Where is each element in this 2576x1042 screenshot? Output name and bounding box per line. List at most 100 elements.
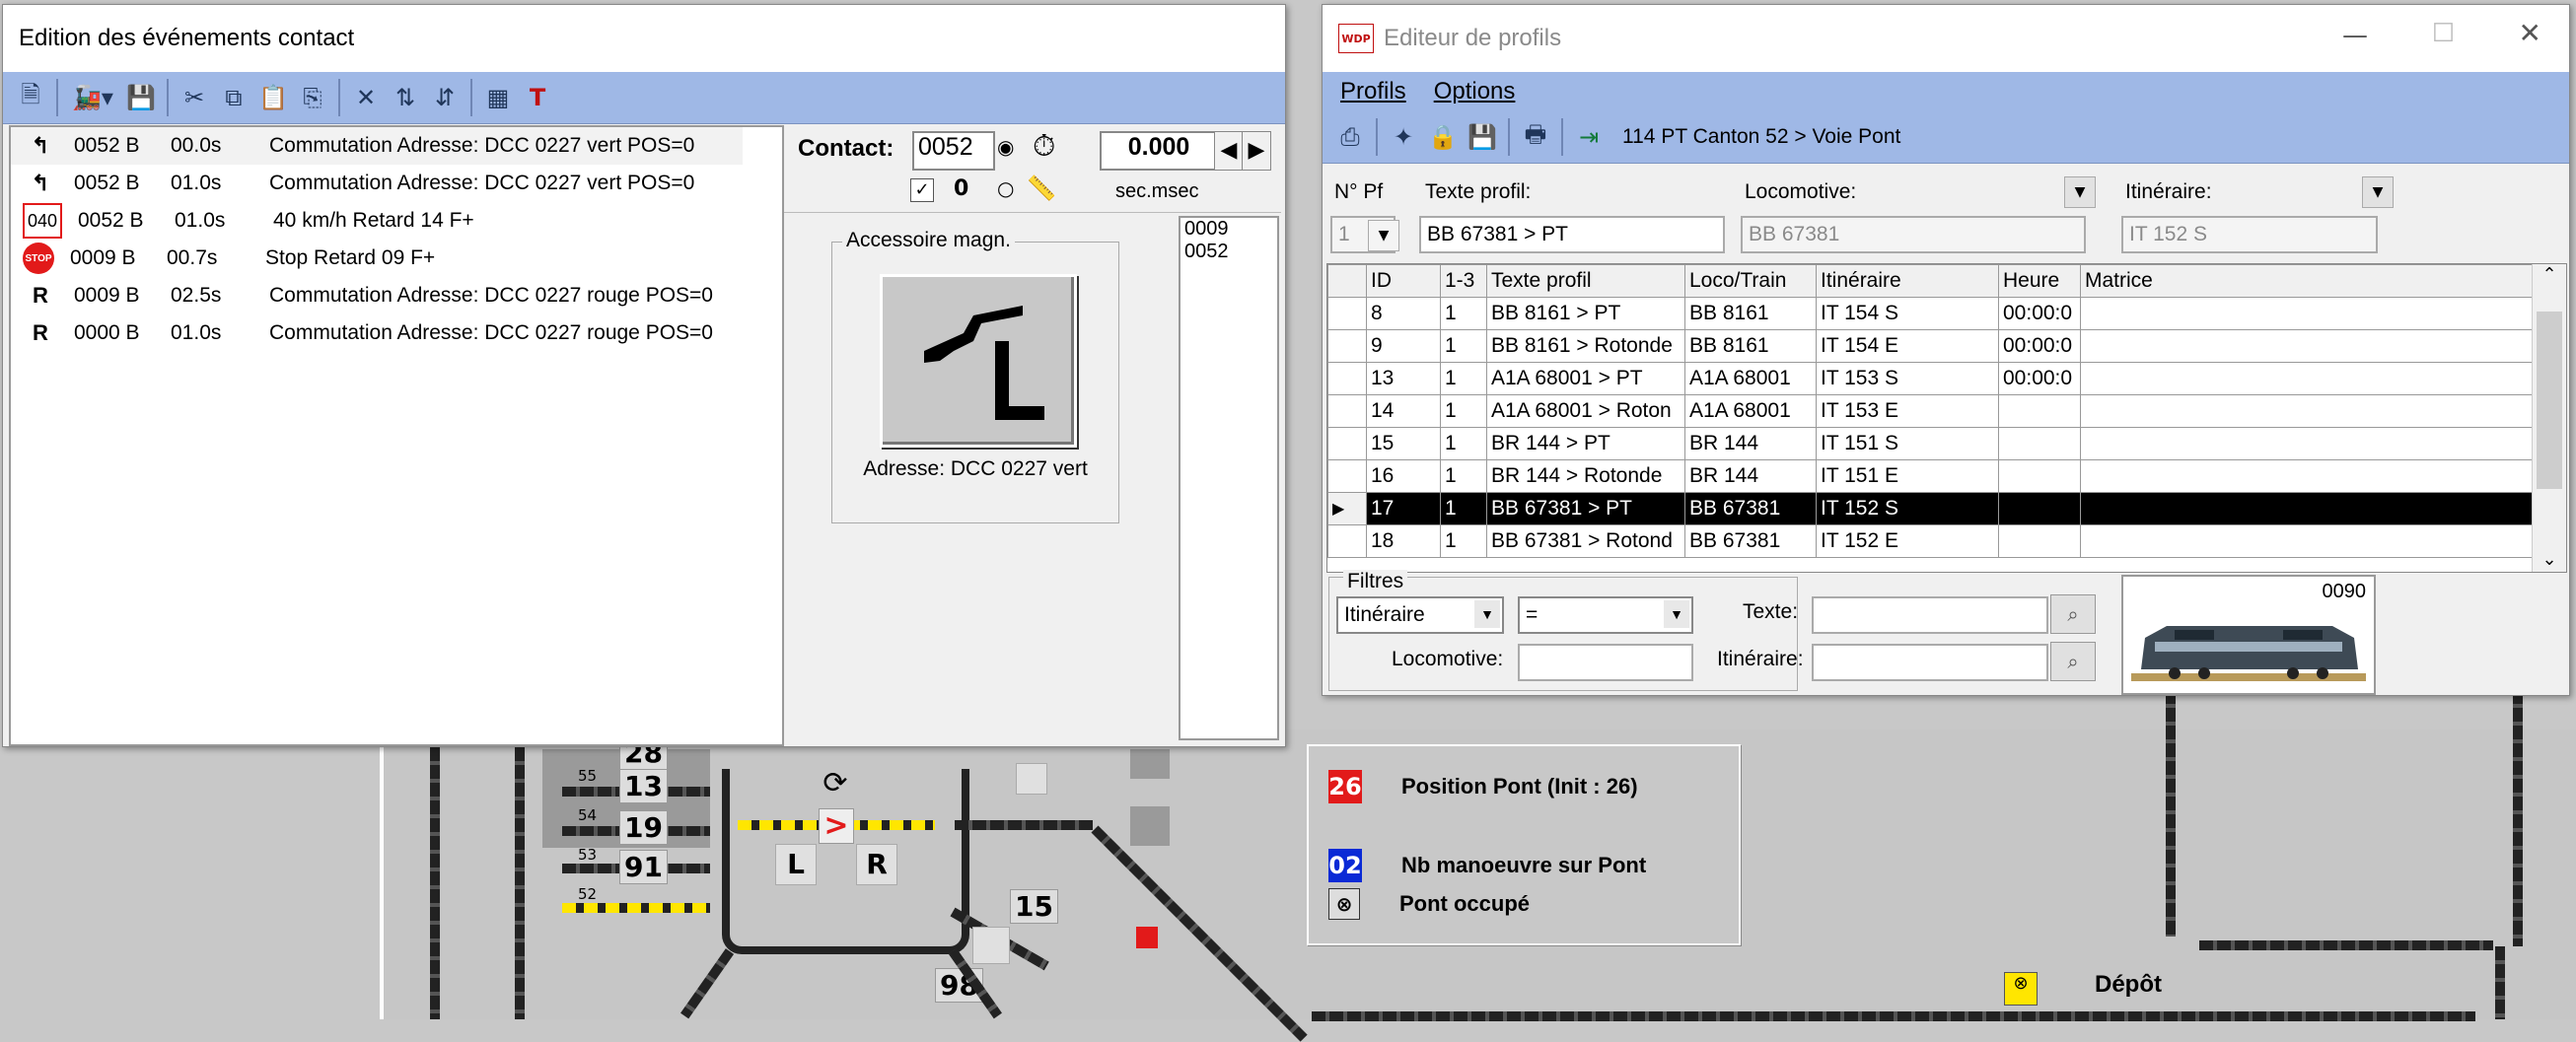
table-row[interactable]: 8 1 BB 8161 > PT BB 8161 IT 154 S 00:00:… — [1327, 297, 2553, 330]
event-row[interactable]: STOP 0009 B 00.7s Stop Retard 09 F+ — [11, 240, 782, 277]
move-up-icon[interactable]: ⇅ — [386, 78, 425, 117]
texte-filter-input[interactable] — [1812, 596, 2048, 634]
table-row[interactable]: 13 1 A1A 68001 > PT A1A 68001 IT 153 S 0… — [1327, 362, 2553, 395]
search-icon[interactable]: ⌕ — [2050, 594, 2096, 634]
event-row[interactable]: R 0000 B 01.0s Commutation Adresse: DCC … — [11, 314, 782, 352]
minimize-icon[interactable]: — — [2342, 21, 2368, 50]
row-selector[interactable] — [1327, 394, 1367, 428]
track-label: 54 — [578, 806, 598, 824]
contacts-list-item[interactable]: 0052 — [1181, 241, 1277, 263]
chevron-down-icon[interactable]: ▼ — [2064, 176, 2096, 208]
scroll-up-icon[interactable]: ⌃ — [2533, 264, 2566, 285]
event-row[interactable]: R 0009 B 02.5s Commutation Adresse: DCC … — [11, 277, 782, 314]
delay-decrease-button[interactable]: ◀ — [1214, 131, 1244, 171]
block-number[interactable]: 15 — [1010, 889, 1058, 924]
column-header[interactable]: 1-3 — [1440, 264, 1487, 298]
scroll-down-icon[interactable]: ⌄ — [2533, 549, 2566, 570]
cut-icon[interactable]: ✂ — [175, 78, 214, 117]
column-header[interactable]: Texte profil — [1486, 264, 1685, 298]
column-header[interactable]: Loco/Train — [1684, 264, 1817, 298]
grid-icon[interactable]: ▦ — [478, 78, 518, 117]
row-selector[interactable] — [1327, 362, 1367, 395]
scroll-thumb[interactable] — [2537, 312, 2562, 489]
signal-button[interactable] — [1016, 763, 1047, 795]
block-number[interactable]: 91 — [619, 850, 668, 884]
switch-button[interactable] — [972, 927, 1010, 964]
table-row[interactable]: 14 1 A1A 68001 > Roton A1A 68001 IT 153 … — [1327, 394, 2553, 428]
move-down-icon[interactable]: ⇵ — [425, 78, 465, 117]
row-selector[interactable] — [1327, 297, 1367, 330]
filter-operator-select[interactable]: = ▼ — [1518, 596, 1693, 634]
table-row-selected[interactable]: ▶ 17 1 BB 67381 > PT BB 67381 IT 152 S — [1327, 492, 2553, 525]
itineraire-select[interactable]: IT 152 S — [2121, 216, 2378, 253]
table-row[interactable]: 15 1 BR 144 > PT BR 144 IT 151 S — [1327, 427, 2553, 460]
new-profile-icon[interactable]: ✦ — [1384, 117, 1423, 157]
menu-profils[interactable]: Profils — [1340, 78, 1406, 105]
event-row[interactable]: ↰ 0052 B 00.0s Commutation Adresse: DCC … — [11, 127, 743, 165]
speed-limit-icon: 040 — [23, 203, 62, 239]
new-icon[interactable]: 🗎 — [11, 78, 50, 117]
contacts-list-item[interactable]: 0009 — [1181, 218, 1277, 241]
row-selector[interactable] — [1327, 524, 1367, 558]
exit-icon[interactable]: ⇥ — [1569, 117, 1609, 157]
event-row[interactable]: ↰ 0052 B 01.0s Commutation Adresse: DCC … — [11, 165, 782, 202]
search-icon[interactable]: ⌕ — [2050, 642, 2096, 681]
column-header[interactable]: Matrice — [2080, 264, 2553, 298]
unit-label: sec.msec — [1115, 180, 1199, 202]
save-icon[interactable]: 💾 — [1463, 117, 1502, 157]
block-number[interactable]: 13 — [619, 769, 668, 803]
table-row[interactable]: 16 1 BR 144 > Rotonde BR 144 IT 151 E — [1327, 459, 2553, 493]
paste-icon[interactable]: 📋 — [253, 78, 293, 117]
block-number[interactable]: 19 — [619, 810, 668, 845]
turntable-right-button[interactable]: R — [856, 844, 897, 885]
contact-input[interactable]: 0052 — [912, 131, 995, 171]
locomotive-filter-input[interactable] — [1518, 644, 1693, 681]
radio-timer[interactable]: ◉ — [997, 135, 1014, 159]
maximize-icon[interactable]: ☐ — [2432, 19, 2455, 48]
chevron-down-icon[interactable]: ▼ — [2362, 176, 2394, 208]
locomotive-select[interactable]: BB 67381 — [1741, 216, 2086, 253]
chevron-down-icon[interactable]: ▼ — [1664, 600, 1689, 628]
accessory-button[interactable] — [880, 274, 1077, 448]
column-header[interactable]: Heure — [1998, 264, 2081, 298]
filter-field-select[interactable]: Itinéraire ▼ — [1336, 596, 1504, 634]
chevron-down-icon[interactable]: ▼ — [1474, 600, 1500, 628]
rotate-icon[interactable]: ⟳ — [819, 767, 852, 800]
menu-options[interactable]: Options — [1434, 78, 1516, 105]
delay-increase-button[interactable]: ▶ — [1242, 131, 1271, 171]
profiles-table: ID 1-3 Texte profil Loco/Train Itinérair… — [1327, 264, 2553, 558]
profiles-grid[interactable]: ID 1-3 Texte profil Loco/Train Itinérair… — [1326, 263, 2567, 573]
texte-profil-input[interactable]: BB 67381 > PT — [1419, 216, 1725, 253]
delete-icon[interactable]: ✕ — [346, 78, 386, 117]
row-selector[interactable] — [1327, 329, 1367, 363]
paste-special-icon[interactable]: ⎘ — [293, 78, 332, 117]
zero-checkbox[interactable]: ✓ — [910, 178, 934, 202]
row-selector[interactable] — [1327, 459, 1367, 493]
signal-icon[interactable] — [1136, 927, 1158, 948]
copy-icon[interactable]: ⧉ — [214, 78, 253, 117]
table-row[interactable]: 9 1 BB 8161 > Rotonde BB 8161 IT 154 E 0… — [1327, 329, 2553, 363]
locomotive-dropdown-icon[interactable]: 🚂▾ — [64, 78, 121, 117]
save-icon[interactable]: 💾 — [121, 78, 161, 117]
chevron-down-icon[interactable]: ▼ — [1368, 220, 1399, 251]
lock-icon[interactable]: 🔒 — [1423, 117, 1463, 157]
turntable-direction-icon[interactable]: > — [819, 808, 854, 844]
text-tool-icon[interactable]: T — [518, 78, 557, 117]
row-pointer-icon[interactable]: ▶ — [1327, 492, 1367, 525]
turntable-left-button[interactable]: L — [775, 844, 817, 885]
column-header[interactable]: Itinéraire — [1816, 264, 1999, 298]
print-icon[interactable]: 🖶 — [1516, 117, 1555, 157]
event-row[interactable]: 040 0052 B 01.0s 40 km/h Retard 14 F+ — [11, 202, 782, 240]
depot-icon[interactable]: ⊗ — [2004, 972, 2038, 1006]
close-icon[interactable]: ✕ — [2519, 17, 2541, 49]
print-preview-icon[interactable]: ⎙ — [1330, 117, 1370, 157]
event-list[interactable]: ↰ 0052 B 00.0s Commutation Adresse: DCC … — [9, 125, 784, 746]
contacts-list[interactable]: 0009 0052 — [1179, 216, 1279, 740]
delay-input[interactable]: 0.000 — [1100, 131, 1218, 171]
row-selector[interactable] — [1327, 427, 1367, 460]
grid-scrollbar[interactable]: ⌃ ⌄ — [2532, 264, 2566, 572]
table-row[interactable]: 18 1 BB 67381 > Rotond BB 67381 IT 152 E — [1327, 524, 2553, 558]
itineraire-filter-input[interactable] — [1812, 644, 2048, 681]
column-header[interactable]: ID — [1366, 264, 1441, 298]
radio-distance[interactable]: ○ — [997, 176, 1014, 200]
